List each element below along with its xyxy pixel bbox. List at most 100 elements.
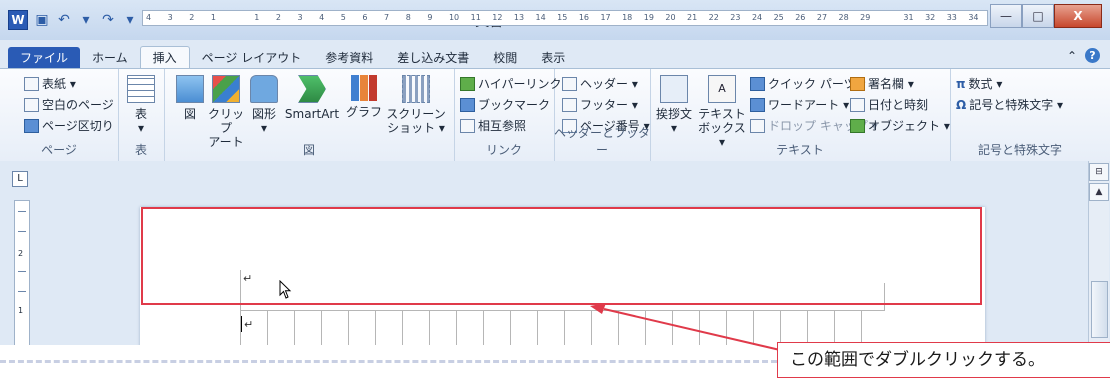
group-header-footer: ヘッダー ▾ フッター ▾ ページ番号 ▾ ヘッダーとフッター — [554, 69, 651, 161]
cover-page-button[interactable]: 表紙 ▾ — [24, 75, 76, 92]
calendar-icon — [850, 97, 865, 112]
group-links: ハイパーリンク ブックマーク 相互参照 リンク — [454, 69, 562, 161]
header-icon — [562, 76, 577, 91]
ruler-tick-label: 3 — [297, 13, 303, 22]
scroll-thumb[interactable] — [1091, 281, 1108, 338]
tab-references[interactable]: 参考資料 — [313, 47, 385, 69]
ruler-tick-label: 1 — [210, 13, 217, 22]
equation-button[interactable]: π 数式 ▾ — [956, 75, 1002, 92]
group-label: 記号と特殊文字 — [977, 143, 1062, 157]
horizontal-ruler[interactable]: 4 3 2 1 1 2 3 4 5 6 7 8 9 10 11 12 13 14 15 16 17 18 19 20 21 22 2… — [142, 10, 988, 26]
maximize-button[interactable]: □ — [1022, 4, 1054, 28]
text-box-button[interactable]: A テキスト ボックス ▾ — [696, 75, 748, 149]
scroll-up-icon[interactable]: ▲ — [1089, 183, 1109, 201]
date-time-button[interactable]: 日付と時刻 — [850, 96, 928, 113]
text-cursor — [241, 316, 242, 332]
group-page: 表紙 ▾ 空白のページ ページ区切り ページ — [0, 69, 119, 161]
help-icon[interactable]: ? — [1085, 48, 1100, 63]
ruler-tick-label: 16 — [578, 13, 589, 22]
blank-page-icon — [24, 97, 39, 112]
wordart-button[interactable]: ワードアート ▾ — [750, 96, 849, 113]
chart-icon — [351, 75, 377, 101]
ruler-tick-label: 34 — [968, 13, 979, 22]
ruler-tick-label: 9 — [427, 13, 433, 22]
footer-button[interactable]: フッター ▾ — [562, 96, 638, 113]
ruler-tick-label: 31 — [903, 13, 914, 22]
ruler-tick-label: 18 — [622, 13, 633, 22]
ruler-tick-label: 8 — [405, 13, 411, 22]
symbol-button[interactable]: Ω 記号と特殊文字 ▾ — [956, 96, 1063, 113]
clip-art-button[interactable]: クリップ アート — [206, 75, 246, 149]
ruler-tick-label: 20 — [665, 13, 676, 22]
bookmark-icon — [460, 97, 475, 112]
ribbon-tabs: ファイル ホーム 挿入 ページ レイアウト 参考資料 差し込み文書 校閲 表示 — [0, 46, 577, 69]
ruler-tick-label: 33 — [946, 13, 957, 22]
ruler-tick-label: 5 — [340, 13, 346, 22]
screenshot-button[interactable]: スクリーン ショット ▾ — [384, 75, 448, 135]
quick-parts-button[interactable]: クイック パーツ ▾ — [750, 75, 865, 92]
tab-selector-icon[interactable]: L — [12, 171, 28, 187]
drop-cap-icon — [750, 118, 765, 133]
cross-reference-button[interactable]: 相互参照 — [460, 117, 526, 134]
object-button[interactable]: オブジェクト ▾ — [850, 117, 950, 134]
group-label: テキスト — [776, 143, 824, 157]
ruler-tick-label: 4 — [319, 13, 325, 22]
ruler-tick-label: 17 — [600, 13, 611, 22]
ruler-tick — [18, 271, 26, 272]
callout-box: この範囲でダブルクリックする。 — [777, 342, 1110, 378]
ruler-tick-label: 12 — [492, 13, 503, 22]
ruler-tick-label: 25 — [773, 13, 784, 22]
ruler-tick-label: 14 — [535, 13, 546, 22]
minimize-ribbon-icon[interactable]: ⌃ — [1067, 49, 1077, 63]
signature-icon — [850, 76, 865, 91]
ruler-tick-label: 4 — [146, 13, 152, 22]
tab-insert[interactable]: 挿入 — [139, 46, 190, 69]
callout-text: この範囲でダブルクリックする。 — [790, 350, 1045, 370]
text-box-icon: A — [708, 75, 736, 103]
shapes-button[interactable]: 図形 ▾ — [248, 75, 280, 135]
ruler-tick-label: 13 — [513, 13, 525, 22]
ruler-tick-label: 22 — [708, 13, 719, 22]
ruler-tick-label: 10 — [448, 13, 460, 22]
hyperlink-button[interactable]: ハイパーリンク — [460, 75, 562, 92]
ruler-tick-label: 11 — [470, 13, 481, 22]
header-button[interactable]: ヘッダー ▾ — [562, 75, 638, 92]
tab-view[interactable]: 表示 — [529, 47, 577, 69]
clip-art-icon — [212, 75, 240, 103]
signature-line-button[interactable]: 署名欄 ▾ — [850, 75, 914, 92]
tab-page-layout[interactable]: ページ レイアウト — [190, 47, 314, 69]
table-icon — [127, 75, 155, 103]
group-label: ページ — [41, 143, 77, 157]
greeting-button[interactable]: 挨拶文 ▾ — [654, 75, 694, 135]
bookmark-button[interactable]: ブックマーク — [460, 96, 550, 113]
close-button[interactable]: X — [1054, 4, 1102, 28]
ruler-tick-label: 15 — [557, 13, 568, 22]
ruler-tick-label: 19 — [643, 13, 654, 22]
picture-button[interactable]: 図 — [174, 75, 206, 121]
ruler-tick-label: 28 — [838, 13, 849, 22]
group-label: 図 — [302, 143, 315, 157]
chart-button[interactable]: グラフ — [344, 75, 384, 119]
wordart-icon — [750, 97, 765, 112]
vertical-scrollbar[interactable]: ⊟ ▲ — [1088, 161, 1109, 345]
tab-home[interactable]: ホーム — [80, 47, 140, 69]
ruler-toggle-icon[interactable]: ⊟ — [1089, 163, 1109, 181]
tab-review[interactable]: 校閲 — [481, 47, 529, 69]
ruler-tick-label: 23 — [730, 13, 741, 22]
vertical-ruler[interactable]: 2 1 — [14, 200, 30, 345]
tab-file[interactable]: ファイル — [8, 47, 81, 69]
table-button[interactable]: 表 ▾ — [126, 75, 156, 135]
blank-page-button[interactable]: 空白のページ — [24, 96, 114, 113]
smartart-button[interactable]: SmartArt — [280, 75, 344, 121]
ruler-tick-label: 3 — [167, 13, 173, 22]
group-label: リンク — [485, 143, 522, 157]
tab-mailings[interactable]: 差し込み文書 — [385, 47, 481, 69]
divider-line — [0, 360, 777, 363]
minimize-button[interactable]: — — [990, 4, 1022, 28]
hyperlink-icon — [460, 76, 475, 91]
ruler-tick-label: 1 — [254, 13, 260, 22]
group-illustrations: 図 クリップ アート 図形 ▾ SmartArt グラフ スクリーン ショット ▾… — [164, 69, 455, 161]
ruler-tick-label: 32 — [925, 13, 936, 22]
page-break-button[interactable]: ページ区切り — [24, 117, 114, 134]
greeting-icon — [660, 75, 688, 103]
